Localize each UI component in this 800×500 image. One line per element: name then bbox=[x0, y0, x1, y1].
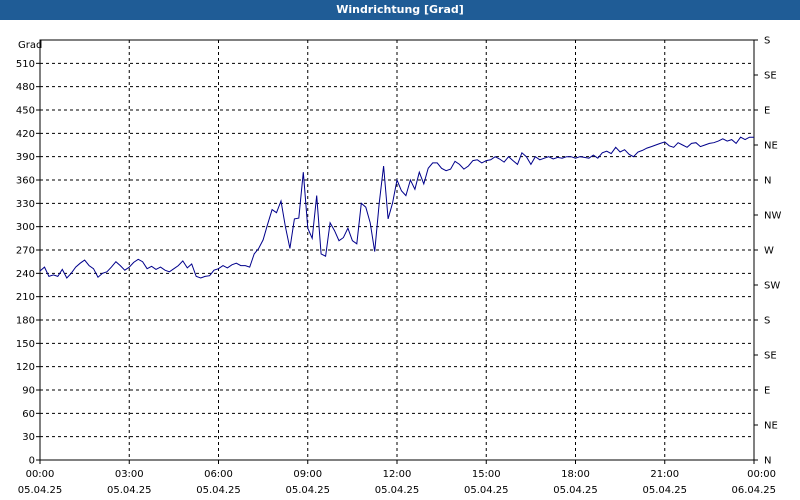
x-tick-label-time: 18:00 bbox=[561, 469, 590, 480]
x-tick-label-date: 05.04.25 bbox=[464, 485, 509, 496]
x-tick-label-time: 03:00 bbox=[115, 469, 144, 480]
x-tick-label-time: 09:00 bbox=[293, 469, 322, 480]
y2-tick-label: SE bbox=[764, 351, 777, 362]
y-tick-label: 480 bbox=[16, 82, 35, 93]
y-tick-label: 300 bbox=[16, 222, 35, 233]
x-tick-label-date: 05.04.25 bbox=[107, 485, 152, 496]
y2-tick-label: S bbox=[764, 36, 770, 47]
y-tick-label: 390 bbox=[16, 152, 35, 163]
y-tick-label: 150 bbox=[16, 339, 35, 350]
y2-tick-label: N bbox=[764, 456, 771, 467]
x-tick-label-time: 06:00 bbox=[204, 469, 233, 480]
y-tick-label: 510 bbox=[16, 59, 35, 70]
y2-tick-label: SE bbox=[764, 71, 777, 82]
y-tick-label: 180 bbox=[16, 316, 35, 327]
y2-tick-label: NE bbox=[764, 421, 778, 432]
x-tick-label-time: 21:00 bbox=[650, 469, 679, 480]
y-tick-label: 30 bbox=[22, 432, 35, 443]
y2-tick-label: NW bbox=[764, 211, 781, 222]
y-tick-label: 90 bbox=[22, 386, 35, 397]
y2-tick-label: E bbox=[764, 386, 770, 397]
y2-tick-label: SW bbox=[764, 281, 780, 292]
line-chart: 0 30 60 90 120 150 180 210 240 270 300 330 360 390 420… bbox=[16, 36, 782, 497]
x-tick-label-date: 05.04.25 bbox=[285, 485, 330, 496]
x-tick-label-time: 00:00 bbox=[26, 469, 55, 480]
y2-tick-label: S bbox=[764, 316, 770, 327]
y-tick-label: 270 bbox=[16, 246, 35, 257]
y2-tick-label: W bbox=[764, 246, 774, 257]
y-tick-label: 0 bbox=[29, 456, 35, 467]
x-tick-label-date: 05.04.25 bbox=[18, 485, 63, 496]
y-tick-label: 420 bbox=[16, 129, 35, 140]
y-tick-label: 60 bbox=[22, 409, 35, 420]
x-tick-label-date: 05.04.25 bbox=[375, 485, 420, 496]
chart-title: Windrichtung [Grad] bbox=[0, 0, 800, 20]
y-axis-right-compass: N NE E SE S SW W NW N NE E SE S bbox=[754, 36, 781, 467]
y-tick-label: 450 bbox=[16, 106, 35, 117]
y-tick-label: 240 bbox=[16, 269, 35, 280]
x-tick-label-time: 00:00 bbox=[747, 469, 776, 480]
y2-tick-label: E bbox=[764, 106, 770, 117]
y-axis-label: Grad bbox=[18, 40, 42, 51]
y2-tick-label: N bbox=[764, 176, 771, 187]
y-tick-label: 210 bbox=[16, 292, 35, 303]
x-tick-label-date: 05.04.25 bbox=[196, 485, 241, 496]
gridlines bbox=[40, 40, 754, 460]
x-tick-label-date: 06.04.25 bbox=[731, 485, 776, 496]
x-tick-label-time: 15:00 bbox=[472, 469, 501, 480]
y-tick-label: 120 bbox=[16, 362, 35, 373]
y-tick-label: 360 bbox=[16, 176, 35, 187]
y-tick-label: 330 bbox=[16, 199, 35, 210]
y-axis: 0 30 60 90 120 150 180 210 240 270 300 330 360 390 420… bbox=[16, 59, 40, 467]
x-axis: 00:00 05.04.25 03:00 05.04.25 06:00 05.04.25 0… bbox=[18, 460, 776, 496]
y2-tick-label: NE bbox=[764, 141, 778, 152]
x-tick-label-date: 05.04.25 bbox=[553, 485, 598, 496]
x-tick-label-date: 05.04.25 bbox=[642, 485, 687, 496]
x-tick-label-time: 12:00 bbox=[383, 469, 412, 480]
